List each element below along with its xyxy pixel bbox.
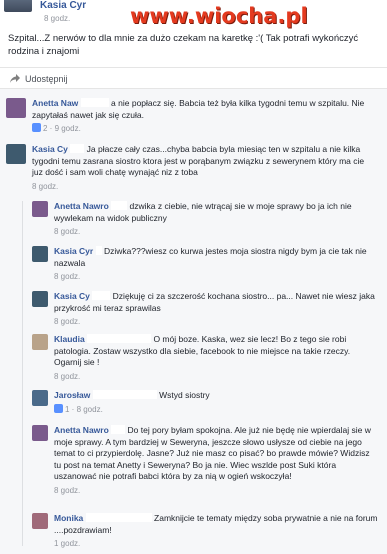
like-count[interactable]: 2 <box>43 124 47 133</box>
site-watermark: www.wiocha.pl <box>130 4 308 28</box>
comment-time[interactable]: 8 godz. <box>54 271 379 283</box>
author-avatar[interactable] <box>4 0 32 12</box>
share-icon <box>10 74 20 83</box>
comment-author[interactable]: Anetta Nawro <box>54 425 109 435</box>
like-icon <box>32 123 41 132</box>
reply: Anetta Nawro Do tej pory byłam spokojna.… <box>32 425 382 509</box>
reply: Anetta Nawro dzwika z ciebie, nie wtrąca… <box>32 201 382 237</box>
comment-author[interactable]: Kasia Cy <box>54 291 90 301</box>
redaction <box>80 98 109 107</box>
comment-time[interactable]: 9 godz. <box>55 124 81 133</box>
comment-time[interactable]: 8 godz. <box>54 316 379 328</box>
avatar[interactable] <box>32 513 48 529</box>
like-count[interactable]: 1 <box>65 405 69 414</box>
comment: Kasia Cy Ja płacze cały czas...chyba bab… <box>6 144 376 204</box>
comment-time[interactable]: 8 godz. <box>54 371 379 383</box>
comment-author[interactable]: Klaudia <box>54 334 85 344</box>
avatar[interactable] <box>32 291 48 307</box>
comment-time[interactable]: 8 godz. <box>54 485 379 497</box>
like-icon <box>54 403 63 413</box>
redaction <box>92 291 111 300</box>
avatar[interactable] <box>32 201 48 217</box>
reply: Kasia Cy Dziękuję ci za szczerość kochan… <box>32 291 382 327</box>
avatar[interactable] <box>32 246 48 262</box>
comment-time[interactable]: 8 godz. <box>77 405 103 414</box>
avatar[interactable] <box>32 390 48 406</box>
comment-time[interactable]: 1 godz. <box>54 538 379 550</box>
reply: Monika Zamknijcie te tematy między soba … <box>32 513 382 553</box>
reply: Kasia Cyr Dziwka???wiesz co kurwa jestes… <box>32 246 382 282</box>
redaction <box>95 246 102 255</box>
redaction <box>111 425 126 434</box>
avatar[interactable] <box>32 425 48 441</box>
reply: Jarosław Wstyd siostry 1 · 8 godz. <box>32 390 382 418</box>
avatar[interactable] <box>6 144 26 164</box>
reply-thread-line <box>22 201 23 546</box>
comment: Anetta Naw a nie popłacz się. Babcia też… <box>6 98 376 143</box>
share-button[interactable]: Udostępnij <box>25 74 68 84</box>
avatar[interactable] <box>6 98 26 118</box>
comment-author[interactable]: Kasia Cyr <box>54 246 93 256</box>
comment-author[interactable]: Anetta Nawro <box>54 201 109 211</box>
comment-meta: 1 · 8 godz. <box>54 403 379 416</box>
avatar[interactable] <box>32 334 48 350</box>
comment-text: Wstyd siostry <box>159 390 210 400</box>
comment-author[interactable]: Kasia Cy <box>32 144 68 154</box>
reply: Klaudia O mój boze. Kaska, wez sie lecz!… <box>32 334 382 382</box>
post-header: Kasia Cyr 8 godz. www.wiocha.pl Szpital.… <box>0 0 387 66</box>
comment-author[interactable]: Jarosław <box>54 390 90 400</box>
redaction <box>87 334 152 343</box>
redaction <box>92 390 157 399</box>
comment-time[interactable]: 8 godz. <box>32 181 377 193</box>
share-bar: Udostępnij <box>0 67 387 89</box>
post-text: Szpital...Z nerwów to dla mnie za dużo c… <box>8 33 359 57</box>
comment-author[interactable]: Monika <box>54 513 83 523</box>
redaction <box>85 513 152 522</box>
comment-author[interactable]: Anetta Naw <box>32 98 78 108</box>
comment-time[interactable]: 8 godz. <box>54 226 379 238</box>
redaction <box>70 144 85 153</box>
post-author[interactable]: Kasia Cyr <box>40 0 86 11</box>
comments-section: Anetta Naw a nie popłacz się. Babcia też… <box>0 89 387 554</box>
post-time[interactable]: 8 godz. <box>44 14 70 23</box>
comment-meta: 2 · 9 godz. <box>32 123 372 135</box>
redaction <box>111 201 128 210</box>
